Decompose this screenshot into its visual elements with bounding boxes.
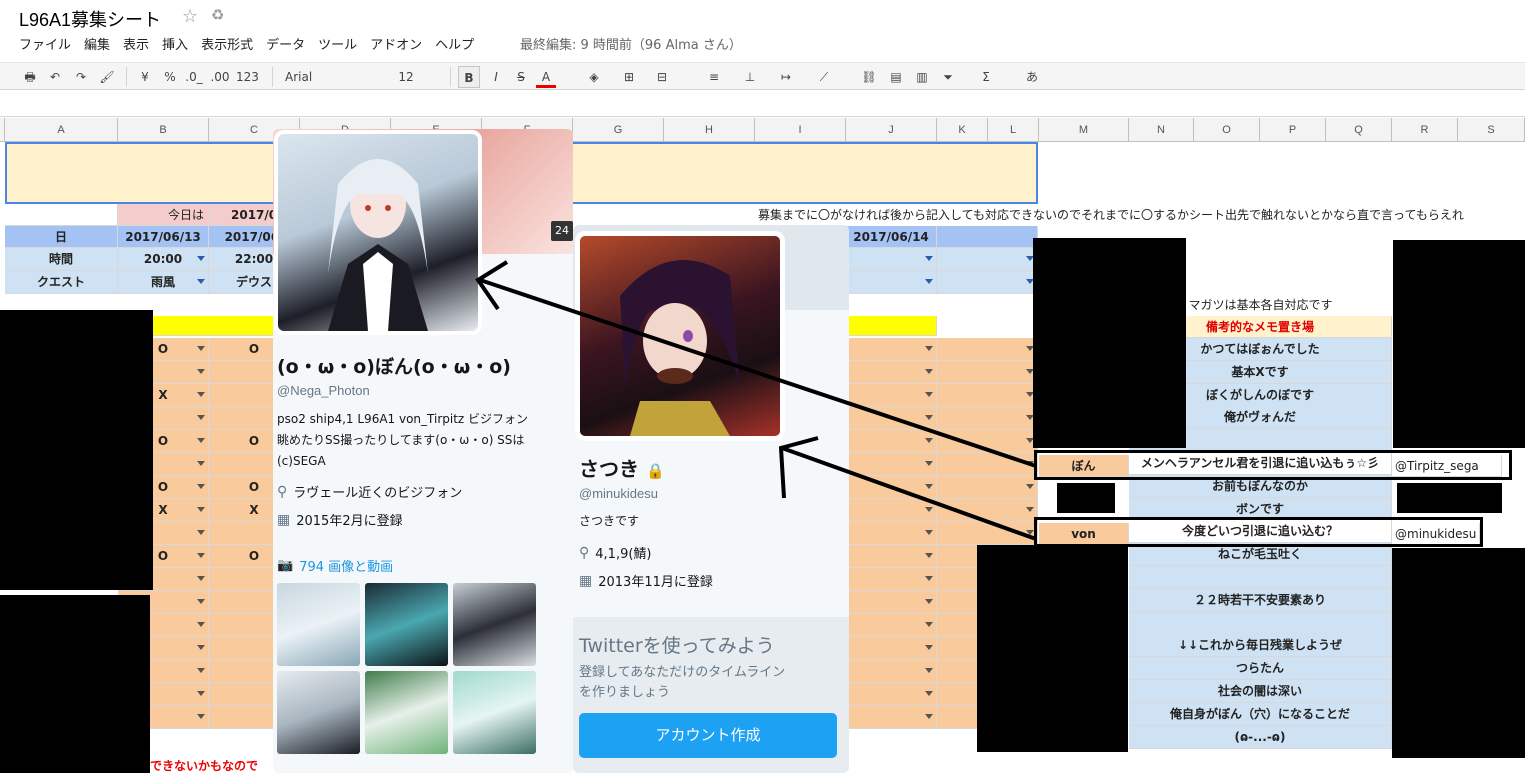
arrow-lines <box>475 260 1037 541</box>
spreadsheet-app: L96A1募集シート ☆ ♻ ファイル 編集 表示 挿入 表示形式 データ ツー… <box>0 0 1525 773</box>
